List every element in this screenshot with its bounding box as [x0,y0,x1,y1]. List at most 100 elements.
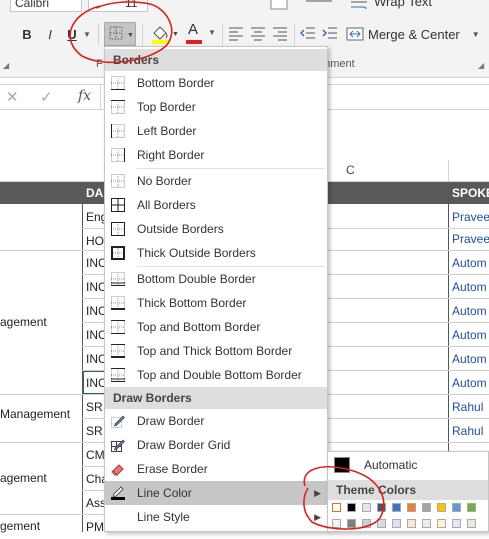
outside-borders-icon [111,222,125,236]
cell-spoke[interactable]: Autom [452,275,487,299]
menu-item-top-and-thick-bottom-border[interactable]: Top and Thick Bottom Border [105,339,327,363]
cell-d[interactable]: INC [86,347,104,371]
alignment-dialog-launcher-icon[interactable]: ◢ [478,61,484,70]
bold-button[interactable]: B [18,23,36,45]
font-size-box[interactable]: 11 [88,0,148,12]
increase-indent-icon[interactable] [322,25,338,41]
cell-d[interactable]: INC [86,299,104,323]
theme-tint-swatch[interactable] [452,519,461,528]
menu-item-thick-outside-borders[interactable]: Thick Outside Borders [105,241,327,265]
theme-tint-swatch[interactable] [392,519,401,528]
theme-tint-swatch[interactable] [332,519,341,528]
cell-spoke[interactable]: Pravee [452,227,489,251]
theme-color-swatch[interactable] [347,503,356,512]
menu-item-thick-bottom-border[interactable]: Thick Bottom Border [105,291,327,315]
header-cell-da[interactable]: DA [86,186,103,200]
theme-color-swatch[interactable] [422,503,431,512]
theme-color-swatch[interactable] [332,503,341,512]
theme-color-swatch[interactable] [452,503,461,512]
cell-d[interactable]: HO [86,229,104,253]
cell-d[interactable]: CM [86,443,104,467]
theme-tint-swatch[interactable] [422,519,431,528]
cell-left-3[interactable]: agement [0,466,47,490]
cell-d[interactable]: INC [86,371,104,395]
cell-spoke[interactable]: Autom [452,347,487,371]
enter-icon[interactable]: ✓ [40,88,53,106]
indent-top-icon[interactable] [300,0,334,12]
automatic-color-swatch [334,457,350,473]
font-color-button[interactable]: A ▼ [184,21,218,47]
menu-item-label: Line Color [137,486,192,500]
menu-item-label: Outside Borders [137,222,224,236]
merge-center-button[interactable]: Merge & Center ▼ [346,23,480,45]
cell-d[interactable]: INC [86,323,104,347]
theme-color-swatch[interactable] [467,503,476,512]
cell-d[interactable]: INC [86,275,104,299]
cell-spoke[interactable]: Rahul [452,419,483,443]
theme-tint-swatch[interactable] [377,519,386,528]
clipboard-dialog-launcher-icon[interactable]: ◢ [3,61,9,70]
font-name-box[interactable]: Calibri [10,0,82,12]
theme-color-swatch[interactable] [407,503,416,512]
menu-item-erase-border[interactable]: Erase Border [105,457,327,481]
merge-dropdown-icon[interactable]: ▼ [472,30,480,39]
orientation-icon[interactable] [270,0,290,12]
header-cell-spoke[interactable]: SPOKE [452,186,489,200]
cell-d[interactable]: SR [86,419,104,443]
cell-left-4[interactable]: gement [0,514,40,538]
menu-item-line-color[interactable]: Line Color ▶ [105,481,327,505]
menu-item-left-border[interactable]: Left Border [105,119,327,143]
cell-d[interactable]: Ass [86,491,104,515]
menu-item-all-borders[interactable]: All Borders [105,193,327,217]
italic-button[interactable]: I [41,23,59,45]
theme-color-swatch[interactable] [392,503,401,512]
fill-color-button[interactable]: ▼ [148,21,180,47]
cell-spoke[interactable]: Rahul [452,395,483,419]
borders-button[interactable]: ▼ [104,22,136,46]
align-center-icon[interactable] [250,25,266,41]
menu-item-draw-border-grid[interactable]: Draw Border Grid [105,433,327,457]
cell-d[interactable]: INC [86,251,104,275]
theme-tint-swatch[interactable] [347,519,356,528]
cell-left-1[interactable]: agement [0,310,47,334]
cancel-icon[interactable]: ✕ [6,88,19,106]
align-left-icon[interactable] [228,25,244,41]
menu-item-draw-border[interactable]: Draw Border [105,409,327,433]
theme-tint-swatch[interactable] [467,519,476,528]
menu-item-right-border[interactable]: Right Border [105,143,327,167]
menu-item-top-and-bottom-border[interactable]: Top and Bottom Border [105,315,327,339]
theme-color-swatch[interactable] [437,503,446,512]
cell-left-2[interactable]: Management [0,402,70,426]
cell-spoke[interactable]: Autom [452,371,487,395]
menu-item-label: No Border [137,174,192,188]
menu-item-line-style[interactable]: Line Style ▶ [105,505,327,529]
theme-color-swatch[interactable] [377,503,386,512]
decrease-indent-icon[interactable] [300,25,316,41]
automatic-color-option[interactable]: Automatic [328,452,488,478]
cell-spoke[interactable]: Pravee [452,205,489,229]
column-header-c[interactable]: C [346,163,355,177]
menu-item-top-and-double-bottom-border[interactable]: Top and Double Bottom Border [105,363,327,387]
cell-spoke[interactable]: Autom [452,299,487,323]
cell-spoke[interactable]: Autom [452,251,487,275]
theme-tint-swatch[interactable] [437,519,446,528]
underline-dropdown-icon[interactable]: ▼ [82,23,92,45]
theme-color-swatch[interactable] [362,503,371,512]
cell-spoke[interactable]: Autom [452,323,487,347]
cell-d[interactable]: PM [86,515,104,539]
cell-d[interactable]: SR [86,395,104,419]
menu-item-outside-borders[interactable]: Outside Borders [105,217,327,241]
align-right-icon[interactable] [272,25,288,41]
wrap-text-button[interactable]: Wrap Text [374,0,432,9]
insert-function-icon[interactable]: fx [78,88,91,104]
menu-item-bottom-double-border[interactable]: Bottom Double Border [105,267,327,291]
underline-button[interactable]: U [64,23,80,45]
menu-item-no-border[interactable]: No Border [105,169,327,193]
cell-d[interactable]: Cha [86,467,104,491]
menu-item-bottom-border[interactable]: Bottom Border [105,71,327,95]
font-color-dropdown-icon: ▼ [208,28,216,37]
theme-tint-swatch[interactable] [407,519,416,528]
menu-item-top-border[interactable]: Top Border [105,95,327,119]
theme-tint-swatch[interactable] [362,519,371,528]
cell-d[interactable]: Eng [86,205,104,229]
